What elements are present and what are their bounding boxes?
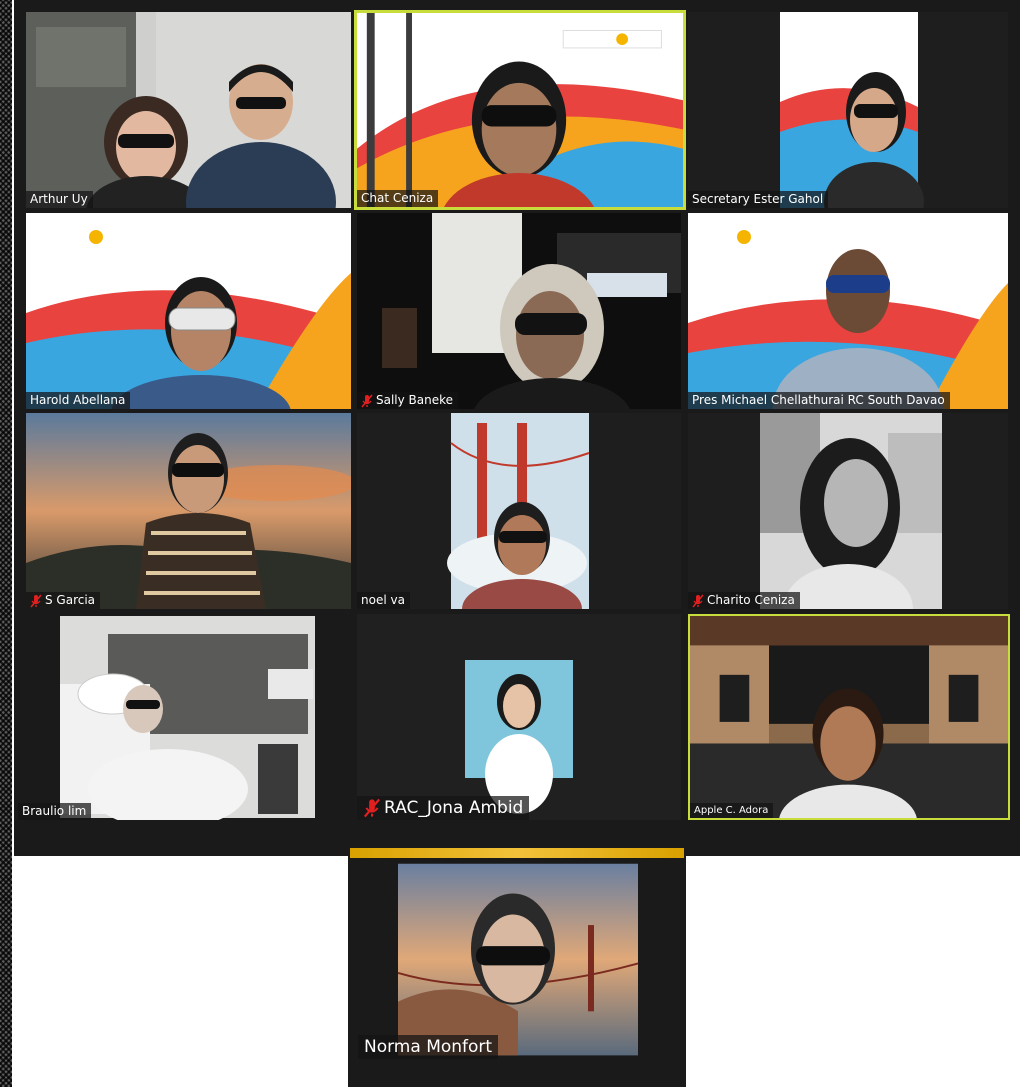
video-tile-jona-ambid[interactable]: RAC_Jona Ambid: [357, 614, 681, 820]
participant-name-tag: noel va: [357, 592, 410, 609]
video-tile-apple-adora[interactable]: Apple C. Adora: [688, 614, 1010, 820]
tile-top-strip: [350, 848, 684, 858]
participant-name: Apple C. Adora: [694, 805, 769, 816]
participant-name-tag: Secretary Ester Gahol: [688, 191, 829, 208]
video-feed: [357, 13, 683, 207]
participant-name: Arthur Uy: [30, 192, 88, 206]
video-feed: [26, 213, 351, 409]
participant-name: noel va: [361, 593, 405, 607]
video-tile-norma-monfort[interactable]: Norma Monfort: [348, 848, 686, 1087]
video-feed: [18, 614, 351, 820]
participant-name-tag: Braulio lim: [18, 803, 92, 820]
participant-name: Braulio lim: [22, 804, 87, 818]
participant-name-tag: Charito Ceniza: [688, 592, 800, 609]
video-tile-ester-gahol[interactable]: Secretary Ester Gahol: [688, 12, 1008, 208]
video-tile-noel-va[interactable]: noel va: [357, 413, 681, 609]
participant-name: Secretary Ester Gahol: [692, 192, 824, 206]
muted-mic-icon: [692, 593, 704, 608]
participant-name-tag: Harold Abellana: [26, 392, 131, 409]
video-feed: [357, 413, 681, 609]
video-tile-s-garcia[interactable]: S Garcia: [26, 413, 351, 609]
participant-name: Norma Monfort: [364, 1037, 493, 1057]
muted-mic-icon: [30, 593, 42, 608]
video-feed: [688, 413, 1008, 609]
participant-name: Chat Ceniza: [361, 191, 434, 205]
video-feed: [690, 616, 1008, 818]
video-feed: [688, 213, 1008, 409]
participant-name: Pres Michael Chellathurai RC South Davao: [692, 393, 945, 407]
participant-name-tag: Chat Ceniza: [357, 190, 439, 207]
participant-name: RAC_Jona Ambid: [384, 798, 524, 818]
video-tile-braulio-lim[interactable]: Braulio lim: [18, 614, 351, 820]
participant-name-tag: Apple C. Adora: [690, 803, 774, 818]
page-left-border: [0, 0, 12, 1087]
participant-name-tag: Norma Monfort: [358, 1035, 499, 1059]
video-tile-charito-ceniza[interactable]: Charito Ceniza: [688, 413, 1008, 609]
muted-mic-icon: [361, 393, 373, 408]
video-feed: [357, 213, 681, 409]
video-tile-sally-baneke[interactable]: Sally Baneke: [357, 213, 681, 409]
participant-name-tag: Sally Baneke: [357, 392, 459, 409]
video-feed: [26, 413, 351, 609]
participant-name-tag: Pres Michael Chellathurai RC South Davao: [688, 392, 950, 409]
video-feed: [688, 12, 1008, 208]
participant-name: Harold Abellana: [30, 393, 126, 407]
video-tile-harold-abellana[interactable]: Harold Abellana: [26, 213, 351, 409]
participant-name: Charito Ceniza: [707, 593, 795, 607]
participant-name-tag: S Garcia: [26, 592, 101, 609]
video-feed: [26, 12, 351, 208]
video-tile-michael-chellathurai[interactable]: Pres Michael Chellathurai RC South Davao: [688, 213, 1008, 409]
video-tile-chat-ceniza[interactable]: Chat Ceniza: [354, 10, 686, 210]
participant-name: S Garcia: [45, 593, 96, 607]
participant-name-tag: Arthur Uy: [26, 191, 93, 208]
participant-name-tag: RAC_Jona Ambid: [357, 796, 530, 820]
muted-mic-icon: [363, 798, 381, 818]
gallery-view: Arthur Uy Chat Ceniza Secretary Ester Ga…: [14, 0, 1020, 856]
participant-name: Sally Baneke: [376, 393, 454, 407]
video-tile-arthur-uy[interactable]: Arthur Uy: [26, 12, 351, 208]
profile-picture: [357, 614, 681, 820]
